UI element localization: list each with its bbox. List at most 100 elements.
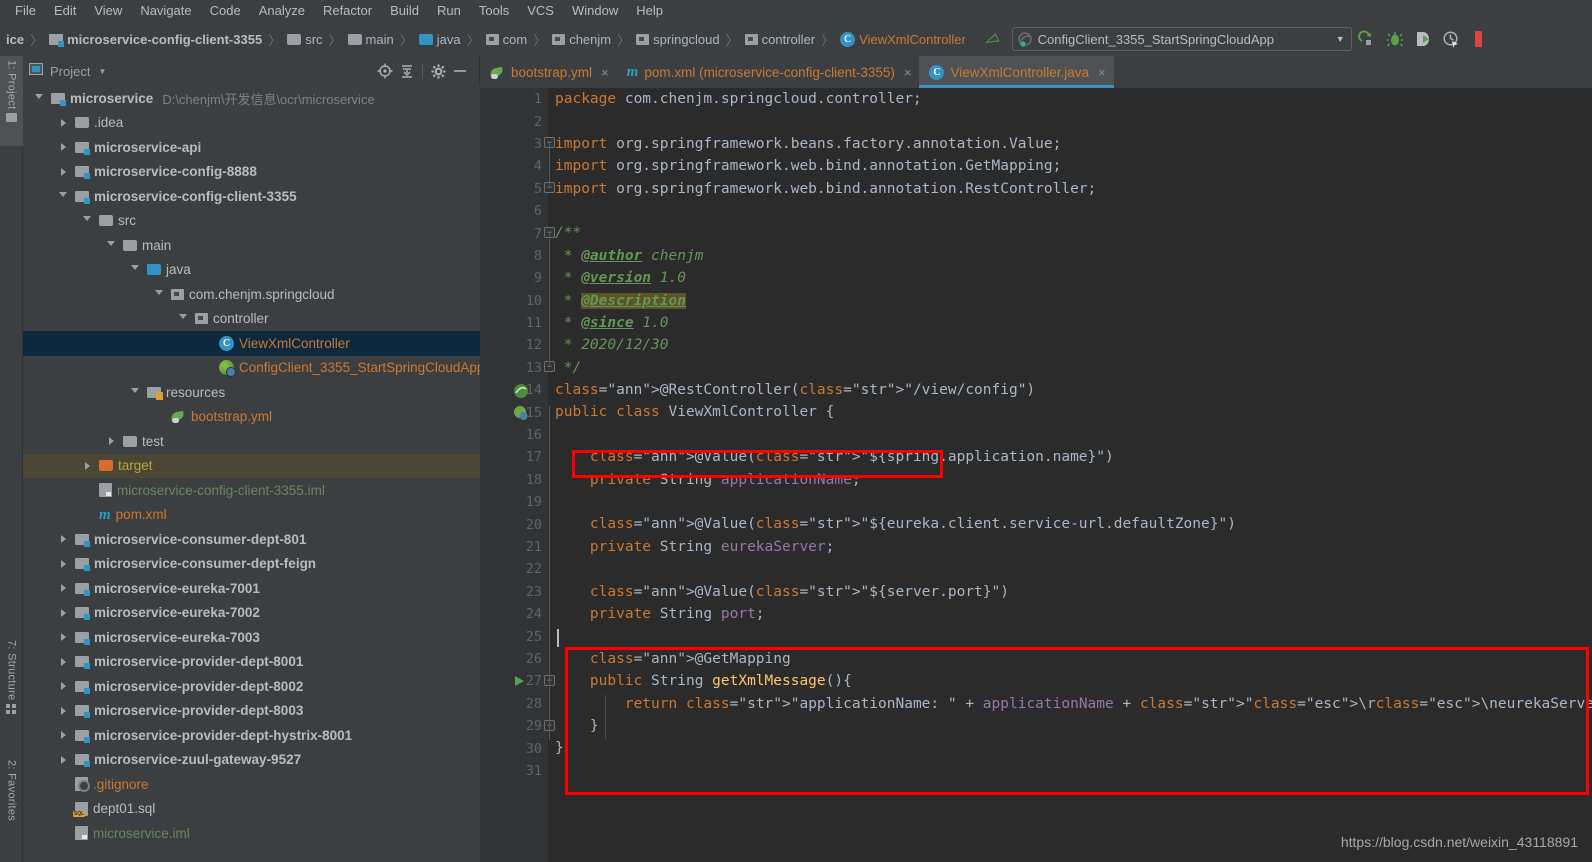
tree-node-microservice-config-client-3355[interactable]: microservice-config-client-3355 [23, 184, 480, 209]
stop-button[interactable] [1466, 26, 1492, 52]
code-editor[interactable]: 1 2 3 4 5 6 7 8 9 10 11 12 13 14 15 16 17 18 19 20 21 22 23 24 2… [480, 88, 1592, 862]
tree-node-microservice-eureka-7003[interactable]: microservice-eureka-7003 [23, 625, 480, 650]
tree-twisty-collapsed[interactable] [55, 167, 71, 176]
tree-node-microservice-provider-dept-8003[interactable]: microservice-provider-dept-8003 [23, 699, 480, 724]
tool-button-project[interactable]: 1: Project [0, 56, 23, 146]
menu-item-vcs[interactable]: VCS [518, 1, 563, 21]
breadcrumb-item-controller[interactable]: controller [744, 32, 815, 47]
tree-twisty-expanded[interactable] [127, 265, 143, 274]
menu-item-file[interactable]: File [6, 1, 45, 21]
menu-item-run[interactable]: Run [428, 1, 470, 21]
tree-node-target[interactable]: target [23, 453, 480, 478]
menu-item-navigate[interactable]: Navigate [131, 1, 200, 21]
chevron-down-icon[interactable]: ▼ [98, 67, 106, 76]
tree-twisty-collapsed[interactable] [55, 559, 71, 568]
gear-icon[interactable] [427, 60, 449, 82]
breadcrumb-item-com[interactable]: com [485, 32, 527, 47]
tool-button-favorites[interactable]: 2: Favorites [0, 756, 23, 862]
tree-twisty-collapsed[interactable] [55, 118, 71, 127]
debug-button[interactable] [1382, 26, 1408, 52]
tree-node-microservice-provider-dept-hystrix-8001[interactable]: microservice-provider-dept-hystrix-8001 [23, 723, 480, 748]
menu-item-edit[interactable]: Edit [45, 1, 85, 21]
project-tree[interactable]: microservice D:\chenjm\开发信息\ocr\microserv… [23, 86, 480, 862]
tree-twisty-expanded[interactable] [55, 191, 71, 201]
tree-twisty-collapsed[interactable] [55, 535, 71, 544]
tree-node-test[interactable]: test [23, 429, 480, 454]
tree-node-main[interactable]: main [23, 233, 480, 258]
tree-node-microservice-provider-dept-8001[interactable]: microservice-provider-dept-8001 [23, 650, 480, 675]
tree-node-pom-xml[interactable]: m pom.xml [23, 503, 480, 528]
tree-twisty-expanded[interactable] [103, 240, 119, 250]
tree-twisty-collapsed[interactable] [55, 608, 71, 617]
run-configuration-selector[interactable]: ConfigClient_3355_StartSpringCloudApp ▼ [1011, 27, 1352, 51]
editor-tab-viewxmlcontroller-java[interactable]: C ViewXmlController.java × [919, 56, 1114, 88]
tree-twisty-expanded[interactable] [79, 216, 95, 225]
tree-node-microservice-api[interactable]: microservice-api [23, 135, 480, 160]
build-project-button[interactable]: ◅ [980, 27, 1001, 52]
tree-node-resources[interactable]: resources [23, 380, 480, 405]
spring-bean-icon[interactable] [513, 383, 529, 399]
tree-twisty-collapsed[interactable] [55, 706, 71, 715]
run-gutter-icon[interactable] [512, 674, 528, 690]
breadcrumb-item-src[interactable]: src [287, 32, 323, 47]
tree-node-microservice-eureka-7002[interactable]: microservice-eureka-7002 [23, 601, 480, 626]
tree-twisty-collapsed[interactable] [55, 143, 71, 152]
tool-button-structure[interactable]: 7: Structure [0, 636, 23, 746]
editor-tab-bootstrap-yml[interactable]: bootstrap.yml × [480, 56, 617, 88]
breadcrumb-item-java[interactable]: java [418, 32, 461, 47]
tree-twisty-expanded[interactable] [151, 289, 167, 299]
tree-twisty-collapsed[interactable] [103, 437, 119, 446]
tree-node-microservice-consumer-dept-801[interactable]: microservice-consumer-dept-801 [23, 527, 480, 552]
tree-node-microservice-eureka-7001[interactable]: microservice-eureka-7001 [23, 576, 480, 601]
menu-item-refactor[interactable]: Refactor [314, 1, 381, 21]
tree-twisty-expanded[interactable] [31, 93, 47, 103]
breadcrumb-item-springcloud[interactable]: springcloud [636, 32, 720, 47]
hide-panel-button[interactable] [449, 60, 471, 82]
tree-node--gitignore[interactable]: .gitignore [23, 772, 480, 797]
tree-node-microservice[interactable]: microservice D:\chenjm\开发信息\ocr\microserv… [23, 86, 480, 111]
tree-twisty-collapsed[interactable] [79, 461, 95, 470]
tree-node-bootstrap-yml[interactable]: bootstrap.yml [23, 405, 480, 430]
close-icon[interactable]: × [904, 65, 912, 80]
menu-item-view[interactable]: View [85, 1, 131, 21]
tree-node-microservice-provider-dept-8002[interactable]: microservice-provider-dept-8002 [23, 674, 480, 699]
tree-twisty-collapsed[interactable] [55, 584, 71, 593]
tree-node-controller[interactable]: controller [23, 307, 480, 332]
breadcrumb-item-main[interactable]: main [347, 32, 394, 47]
tree-twisty-collapsed[interactable] [55, 633, 71, 642]
tree-node-microservice-iml[interactable]: microservice.iml [23, 821, 480, 846]
tree-twisty-collapsed[interactable] [55, 755, 71, 764]
breadcrumb-item-chenjm[interactable]: chenjm [552, 32, 611, 47]
code-text[interactable]: package com.chenjm.springcloud.controlle… [555, 88, 1592, 862]
editor-tab-pom-xml-microservice-config-client-3355-[interactable]: m pom.xml (microservice-config-client-335… [617, 56, 920, 88]
chevron-down-icon[interactable]: ▼ [1336, 34, 1345, 44]
close-icon[interactable]: × [1098, 65, 1106, 80]
tree-node-dept01-sql[interactable]: dept01.sql [23, 797, 480, 822]
menu-item-tools[interactable]: Tools [470, 1, 518, 21]
menu-item-window[interactable]: Window [563, 1, 627, 21]
tree-twisty-collapsed[interactable] [55, 657, 71, 666]
spring-component-icon[interactable] [513, 405, 529, 421]
tree-node-src[interactable]: src [23, 209, 480, 234]
tree-node-microservice-config-client-3355-iml[interactable]: microservice-config-client-3355.iml [23, 478, 480, 503]
locate-file-button[interactable] [374, 60, 396, 82]
tree-node-configclient-3355-startspringcloudapp[interactable]: ConfigClient_3355_StartSpringCloudApp [23, 356, 480, 381]
tree-twisty-expanded[interactable] [175, 314, 191, 323]
close-icon[interactable]: × [601, 65, 609, 80]
tree-node--idea[interactable]: .idea [23, 111, 480, 136]
tree-node-java[interactable]: java [23, 258, 480, 283]
tree-node-viewxmlcontroller[interactable]: C ViewXmlController [23, 331, 480, 356]
menu-item-help[interactable]: Help [627, 1, 672, 21]
collapse-all-button[interactable] [396, 60, 418, 82]
menu-item-analyze[interactable]: Analyze [250, 1, 314, 21]
run-with-coverage-button[interactable] [1410, 26, 1436, 52]
tree-twisty-expanded[interactable] [127, 387, 143, 397]
tree-twisty-collapsed[interactable] [55, 731, 71, 740]
tree-node-com-chenjm-springcloud[interactable]: com.chenjm.springcloud [23, 282, 480, 307]
tree-twisty-collapsed[interactable] [55, 682, 71, 691]
menu-item-code[interactable]: Code [201, 1, 250, 21]
tree-node-microservice-config-8888[interactable]: microservice-config-8888 [23, 160, 480, 185]
menu-item-build[interactable]: Build [381, 1, 428, 21]
run-button[interactable] [1354, 26, 1380, 52]
profiler-button[interactable] [1438, 26, 1464, 52]
